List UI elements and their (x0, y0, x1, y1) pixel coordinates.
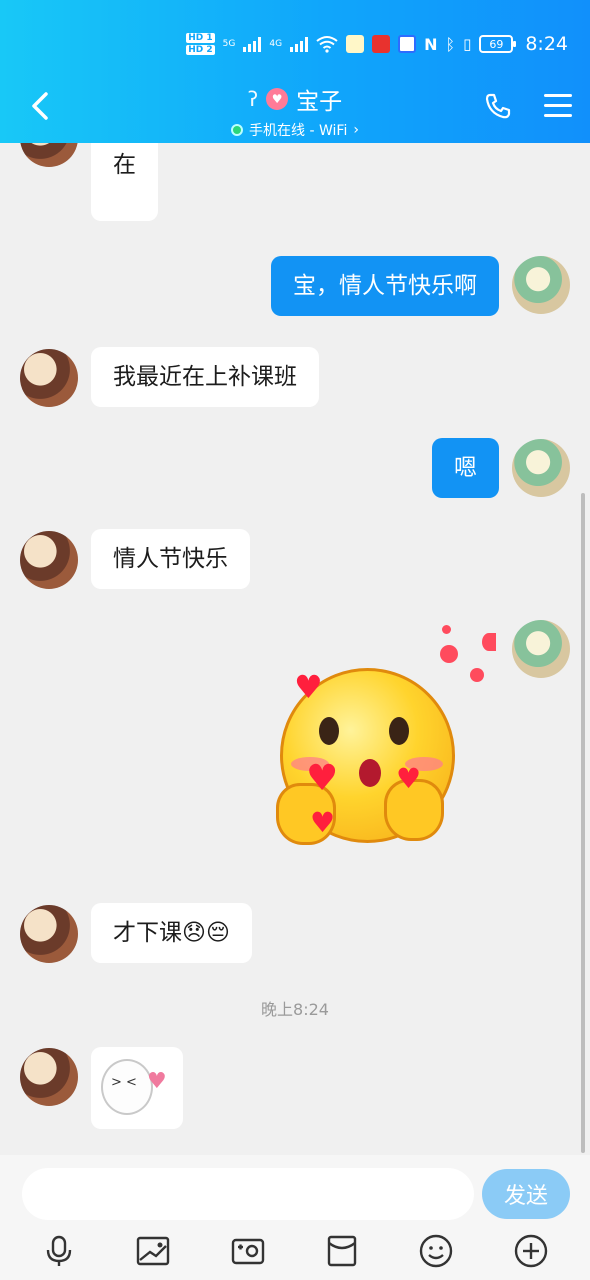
plus-icon[interactable] (514, 1234, 548, 1268)
image-icon[interactable] (136, 1234, 170, 1268)
shield-icon (398, 35, 417, 53)
message-bubble[interactable]: 情人节快乐 (91, 529, 250, 589)
bluetooth-icon: ᛒ (445, 34, 456, 54)
message-bubble[interactable]: 才下课😞😔 (91, 903, 252, 963)
my-avatar[interactable] (512, 620, 570, 678)
signal1-icon (243, 36, 262, 52)
message-input[interactable] (22, 1168, 474, 1220)
online-status: 手机在线 - WiFi › (231, 120, 359, 140)
hd-indicators: HD 1 HD 2 (186, 32, 215, 56)
heart-icon: ♥ (294, 668, 323, 706)
heart-icon: ♥ (396, 762, 422, 795)
clock: 8:24 (525, 33, 568, 55)
ear-icon: ʔ (247, 87, 259, 111)
message-bubble[interactable]: 嗯 (432, 438, 499, 498)
my-avatar[interactable] (512, 439, 570, 497)
message-list[interactable]: 在 宝，情人节快乐啊 我最近在上补课班 嗯 情人节快乐 ♥ ♥ ♥ ♥ 才下课😞… (0, 143, 590, 1155)
relationship-badge-icon: ♥ (266, 88, 289, 110)
camera-icon[interactable] (231, 1234, 265, 1268)
net1-label: 5G (222, 39, 236, 49)
net2-label: 4G (269, 39, 283, 49)
app-notification-icon (346, 35, 365, 53)
contact-avatar[interactable] (20, 531, 78, 589)
phone-icon[interactable] (484, 92, 512, 120)
scrollbar[interactable] (581, 493, 585, 1153)
signal2-icon (290, 36, 309, 52)
app-notification-icon (372, 35, 391, 53)
nfc-icon: N (424, 34, 438, 54)
composer-toolbar (0, 1231, 590, 1271)
message-bubble[interactable]: 我最近在上补课班 (91, 347, 319, 407)
online-status-text: 手机在线 - WiFi (249, 123, 348, 139)
message-bubble[interactable]: 在 (91, 143, 158, 221)
microphone-icon[interactable] (42, 1234, 76, 1268)
chat-header: HD 1 HD 2 5G 4G N ᛒ ▯ 69 8:24 ʔ ♥ 宝子 手机在… (0, 0, 590, 143)
contact-avatar[interactable] (20, 349, 78, 407)
wifi-icon (316, 36, 338, 53)
send-button[interactable]: 发送 (482, 1169, 570, 1219)
chevron-right-icon: › (353, 122, 359, 138)
online-dot-icon (231, 124, 244, 136)
contact-name: 宝子 (296, 89, 343, 115)
status-bar: HD 1 HD 2 5G 4G N ᛒ ▯ 69 8:24 (186, 26, 568, 62)
emoji-icon[interactable] (419, 1234, 453, 1268)
hd1-label: HD 1 (186, 33, 215, 43)
kissing-face-hearts-sticker[interactable]: ♥ ♥ ♥ ♥ (270, 613, 500, 863)
vibrate-icon: ▯ (463, 35, 472, 53)
heart-icon: ♥ (147, 1069, 167, 1094)
red-packet-icon[interactable] (325, 1234, 359, 1268)
blushing-blob-heart-sticker[interactable]: > < ♥ (91, 1047, 183, 1129)
composer-bar: 发送 (0, 1155, 590, 1280)
contact-avatar[interactable] (20, 1048, 78, 1106)
contact-avatar[interactable] (20, 905, 78, 963)
heart-icon: ♥ (306, 758, 339, 799)
message-bubble[interactable]: 宝，情人节快乐啊 (271, 256, 499, 316)
menu-icon[interactable] (544, 94, 572, 118)
my-avatar[interactable] (512, 256, 570, 314)
battery-level: 69 (489, 37, 504, 51)
heart-icon: ♥ (310, 806, 336, 839)
squint-eyes-icon: > < (111, 1075, 137, 1090)
time-separator: 晚上8:24 (261, 1000, 329, 1019)
battery-icon: 69 (479, 35, 517, 53)
hd2-label: HD 2 (186, 45, 215, 55)
contact-avatar[interactable] (20, 143, 78, 167)
